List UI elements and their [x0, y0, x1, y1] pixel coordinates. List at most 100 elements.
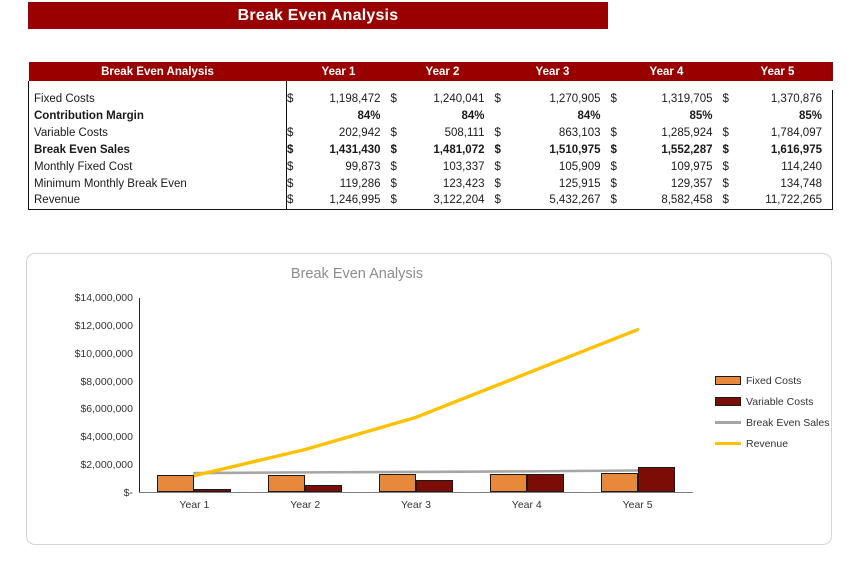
- x-axis-tick-label: Year 3: [401, 499, 431, 511]
- row-value: 109,975: [670, 160, 713, 173]
- table-body: Fixed Costs $1,198,472 $1,240,041 $1,270,90…: [28, 81, 833, 210]
- row-label: Minimum Monthly Break Even: [28, 175, 287, 192]
- y-axis-tick-label: $2,000,000: [80, 459, 133, 472]
- legend-item[interactable]: Break Even Sales: [715, 412, 847, 433]
- row-value: 1,431,430: [329, 143, 381, 156]
- currency-symbol-cell: [611, 107, 627, 124]
- row-value: 119,286: [339, 177, 381, 190]
- legend-item[interactable]: Variable Costs: [715, 391, 847, 412]
- break-even-analysis-page: Break Even Analysis Break Even Analysis …: [0, 0, 850, 572]
- chart-legend: Fixed Costs Variable Costs Break Even Sale…: [715, 370, 847, 454]
- x-axis-tick-label: Year 4: [511, 499, 542, 511]
- table-spacer-cell: [287, 81, 303, 90]
- row-value: 99,873: [345, 160, 381, 173]
- chart-bar: [416, 479, 453, 492]
- chart-plot-area: $14,000,000 $12,000,000 $10,000,000 $8,000,…: [75, 292, 693, 511]
- table-row: Contribution Margin 84% 84% 84% 85% 85%: [28, 107, 833, 124]
- x-axis-tick-label: Year 2: [290, 499, 321, 511]
- currency-symbol-cell: $: [390, 126, 397, 139]
- chart-line-revenue: [192, 328, 640, 478]
- currency-symbol-cell: $: [494, 192, 511, 210]
- row-value: 1,246,995: [302, 192, 391, 210]
- currency-symbol-cell: $: [287, 92, 294, 105]
- currency-symbol-cell: $: [390, 92, 397, 105]
- table-header-year5: Year 5: [722, 62, 833, 81]
- row-value: 1,552,287: [661, 143, 713, 156]
- row-label: Break Even Sales: [28, 141, 287, 158]
- row-label: Fixed Costs: [28, 90, 287, 107]
- table-header-label: Break Even Analysis: [28, 62, 287, 81]
- currency-symbol-cell: $: [610, 177, 617, 190]
- table-header-year2: Year 2: [390, 62, 495, 81]
- chart-bar: [268, 474, 306, 492]
- x-axis-tick-label: Year 5: [622, 499, 653, 511]
- table-spacer-cell: [391, 81, 407, 90]
- row-value: 1,319,705: [661, 92, 713, 105]
- currency-symbol-cell: $: [390, 143, 397, 156]
- row-value: 1,784,097: [738, 124, 833, 141]
- legend-item[interactable]: Fixed Costs: [715, 370, 847, 391]
- currency-symbol-cell: $: [287, 160, 294, 173]
- table-spacer-cell: [407, 81, 495, 90]
- currency-symbol-cell: $: [722, 143, 729, 156]
- currency-symbol-cell: $: [494, 143, 501, 156]
- chart-bar: [305, 484, 343, 492]
- row-value: 863,103: [558, 126, 601, 139]
- currency-symbol-cell: $: [494, 126, 501, 139]
- x-axis-tick-label: Year 1: [179, 499, 210, 511]
- y-axis-tick-label: $-: [123, 487, 133, 499]
- table-spacer-cell: [739, 81, 833, 90]
- row-value: 125,915: [558, 177, 601, 190]
- table-header-year1: Year 1: [286, 62, 391, 81]
- currency-symbol-cell: $: [494, 177, 501, 190]
- table-header-year3: Year 3: [494, 62, 611, 81]
- row-value: 84%: [357, 109, 381, 122]
- table-spacer-row: [28, 81, 833, 90]
- row-label: Contribution Margin: [28, 107, 287, 124]
- row-value: 202,942: [338, 126, 381, 139]
- row-value: 114,240: [738, 158, 833, 175]
- legend-label: Break Even Sales: [746, 416, 830, 429]
- currency-symbol-cell: $: [610, 160, 617, 173]
- currency-symbol-cell: $: [722, 126, 729, 139]
- table-row: Revenue $1,246,995 $3,122,204 $5,432,267 $8,…: [28, 192, 833, 210]
- y-axis-tick-label: $14,000,000: [74, 292, 133, 304]
- currency-symbol-cell: $: [494, 160, 501, 173]
- row-value: 84%: [461, 109, 485, 122]
- row-value: 84%: [577, 109, 601, 122]
- row-value: 85%: [689, 109, 713, 122]
- currency-symbol-cell: $: [722, 192, 739, 210]
- row-value: 1,616,975: [738, 141, 833, 158]
- currency-symbol-cell: $: [286, 192, 303, 210]
- currency-symbol-cell: $: [287, 126, 294, 139]
- currency-symbol-cell: $: [287, 143, 294, 156]
- table-spacer-cell: [611, 81, 627, 90]
- chart-bar: [526, 474, 564, 492]
- currency-symbol-cell: [391, 107, 407, 124]
- row-value: 1,198,472: [329, 92, 381, 105]
- row-value: 11,722,265: [738, 192, 833, 210]
- currency-symbol-cell: $: [610, 92, 617, 105]
- row-value: 1,270,905: [549, 92, 601, 105]
- legend-label: Revenue: [746, 437, 789, 450]
- currency-symbol-cell: [287, 107, 303, 124]
- row-value: 8,582,458: [626, 192, 723, 210]
- chart-bar: [379, 474, 416, 492]
- page-title: Break Even Analysis: [237, 6, 399, 24]
- row-value: 5,432,267: [510, 192, 611, 210]
- page-title-banner: Break Even Analysis: [28, 2, 608, 29]
- chart-bar: [194, 489, 232, 492]
- currency-symbol-cell: $: [390, 160, 397, 173]
- currency-symbol-cell: $: [722, 177, 729, 190]
- table-header-row: Break Even Analysis Year 1 Year 2 Year 3…: [28, 62, 833, 81]
- row-value: 1,481,072: [433, 143, 485, 156]
- legend-swatch-line-icon: [715, 442, 741, 445]
- legend-item[interactable]: Revenue: [715, 433, 847, 454]
- chart-bar: [637, 467, 675, 492]
- table-spacer-cell: [723, 81, 739, 90]
- currency-symbol-cell: $: [610, 192, 627, 210]
- table-spacer-cell: [495, 81, 511, 90]
- row-value: 134,748: [738, 175, 833, 192]
- currency-symbol-cell: [723, 107, 739, 124]
- currency-symbol-cell: $: [390, 192, 407, 210]
